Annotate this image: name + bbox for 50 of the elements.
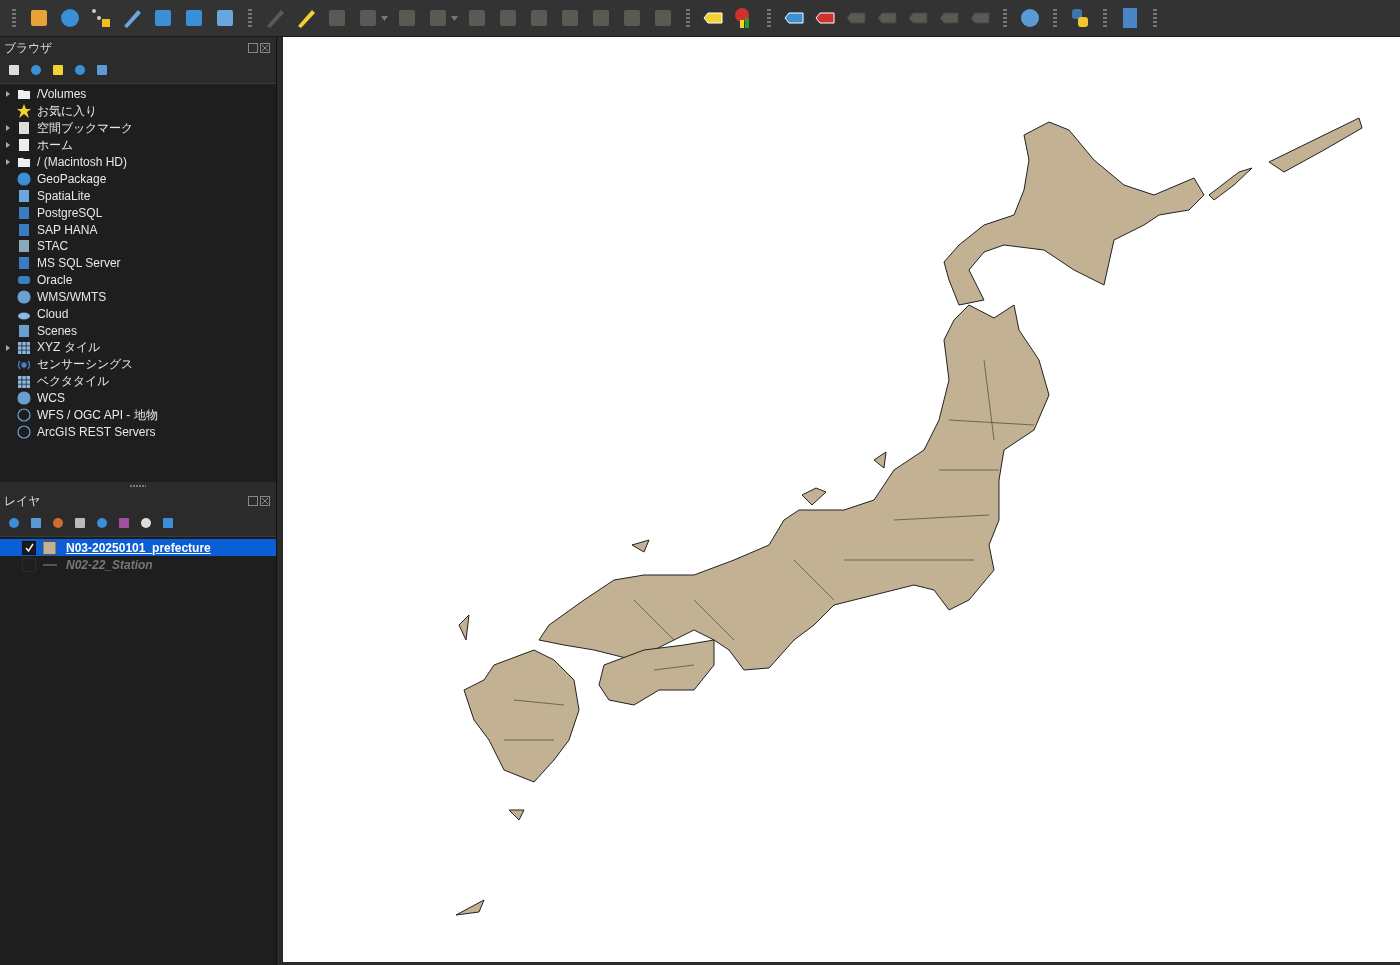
- splitter-handle[interactable]: [130, 485, 146, 487]
- dock-buttons-icon[interactable]: [248, 496, 270, 506]
- browser-item[interactable]: /Volumes: [37, 87, 87, 102]
- browser-item[interactable]: STAC: [37, 239, 69, 254]
- expand-arrow-icon[interactable]: [6, 159, 10, 165]
- panel-title: ブラウザ: [4, 39, 52, 57]
- layer-checkbox[interactable]: [22, 540, 36, 555]
- star-icon: [17, 104, 31, 119]
- browser-item[interactable]: / (Macintosh HD): [37, 155, 128, 169]
- browser-item[interactable]: 空間ブックマーク: [37, 119, 133, 137]
- browser-item[interactable]: Cloud: [37, 307, 69, 321]
- browser-item[interactable]: ホーム: [37, 136, 73, 154]
- expand-arrow-icon[interactable]: [6, 125, 10, 132]
- wireglobe-icon: [17, 408, 31, 423]
- layer-row[interactable]: N02-22_Station: [0, 556, 276, 573]
- expand-arrow-icon[interactable]: [6, 91, 10, 98]
- point-icon: [89, 6, 113, 30]
- folder-icon: [17, 87, 31, 102]
- expand-arrow-icon[interactable]: [6, 142, 10, 149]
- tiles-icon: [17, 374, 31, 389]
- browser-item[interactable]: Oracle: [37, 273, 73, 288]
- browser-item[interactable]: GeoPackage: [37, 171, 107, 186]
- browser-item[interactable]: お気に入り: [37, 102, 97, 120]
- checkmark-icon: [24, 543, 34, 552]
- layer-name[interactable]: N03-20250101_prefecture: [66, 540, 211, 555]
- browser-item[interactable]: Scenes: [37, 323, 78, 338]
- browser-item[interactable]: センサーシングス: [37, 356, 133, 374]
- globe-icon: [1018, 6, 1042, 30]
- layer-checkbox[interactable]: [22, 557, 36, 572]
- browser-item[interactable]: MS SQL Server: [37, 256, 121, 271]
- dock-buttons-icon[interactable]: [248, 43, 270, 53]
- browser-item[interactable]: WFS / OGC API - 地物: [37, 406, 158, 424]
- globe-icon: [17, 391, 31, 406]
- browser-item[interactable]: SpatiaLite: [37, 188, 91, 203]
- browser-item[interactable]: WCS: [37, 391, 65, 406]
- expand-arrow-icon[interactable]: [6, 344, 10, 351]
- browser-item[interactable]: XYZ タイル: [37, 339, 100, 357]
- folder-icon: [17, 155, 31, 169]
- browser-item[interactable]: WMS/WMTS: [37, 290, 107, 305]
- wireglobe-icon: [17, 425, 31, 440]
- line-symbol-icon: [43, 563, 57, 566]
- browser-item[interactable]: PostgreSQL: [37, 205, 103, 220]
- panel-title: レイヤ: [4, 492, 40, 510]
- layer-row[interactable]: N03-20250101_prefecture: [0, 539, 276, 556]
- browser-item[interactable]: ベクタタイル: [37, 373, 109, 391]
- globe-icon: [17, 290, 31, 305]
- browser-item[interactable]: SAP HANA: [37, 222, 98, 237]
- tiles-icon: [17, 340, 31, 355]
- layer-name[interactable]: N02-22_Station: [66, 557, 153, 572]
- browser-item[interactable]: ArcGIS REST Servers: [37, 425, 156, 440]
